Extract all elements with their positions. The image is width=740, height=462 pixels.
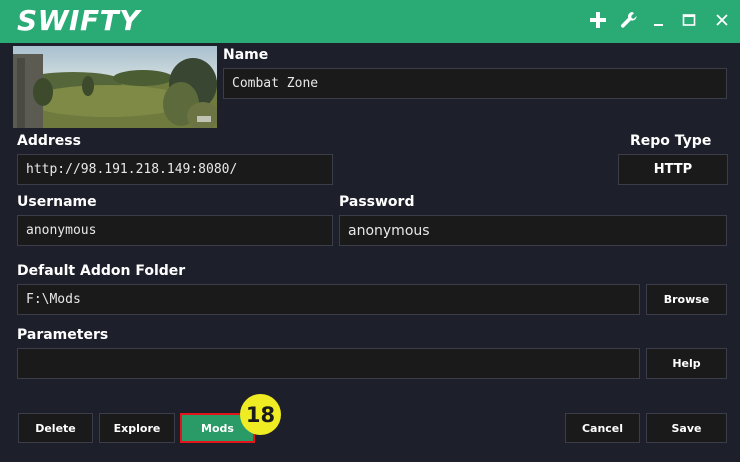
password-field[interactable]: anonymous [339, 215, 727, 246]
save-button[interactable]: Save [646, 413, 727, 443]
repo-type-selector[interactable]: HTTP [618, 154, 728, 185]
wrench-icon[interactable] [617, 8, 641, 32]
addon-folder-label: Default Addon Folder [17, 263, 186, 279]
username-label: Username [17, 194, 97, 210]
step-number-badge: 18 [240, 394, 281, 435]
repo-type-label: Repo Type [630, 133, 712, 149]
cancel-button[interactable]: Cancel [565, 413, 640, 443]
maximize-icon[interactable] [677, 8, 701, 32]
parameters-label: Parameters [17, 327, 109, 343]
explore-button[interactable]: Explore [99, 413, 175, 443]
delete-button[interactable]: Delete [18, 413, 93, 443]
browse-button[interactable]: Browse [646, 284, 727, 315]
help-button[interactable]: Help [646, 348, 727, 379]
minimize-icon[interactable] [647, 8, 671, 32]
name-label: Name [223, 47, 269, 63]
server-thumbnail-image [13, 46, 217, 128]
plus-icon[interactable] [586, 8, 610, 32]
title-bar: SWIFTY [0, 0, 740, 43]
app-logo: SWIFTY [17, 4, 140, 37]
address-field[interactable]: http://98.191.218.149:8080/ [17, 154, 333, 185]
address-label: Address [17, 133, 81, 149]
parameters-field[interactable] [17, 348, 640, 379]
name-field[interactable]: Combat Zone [223, 68, 727, 99]
addon-folder-field[interactable]: F:\Mods [17, 284, 640, 315]
username-field[interactable]: anonymous [17, 215, 333, 246]
password-label: Password [339, 194, 415, 210]
close-icon[interactable] [710, 8, 734, 32]
